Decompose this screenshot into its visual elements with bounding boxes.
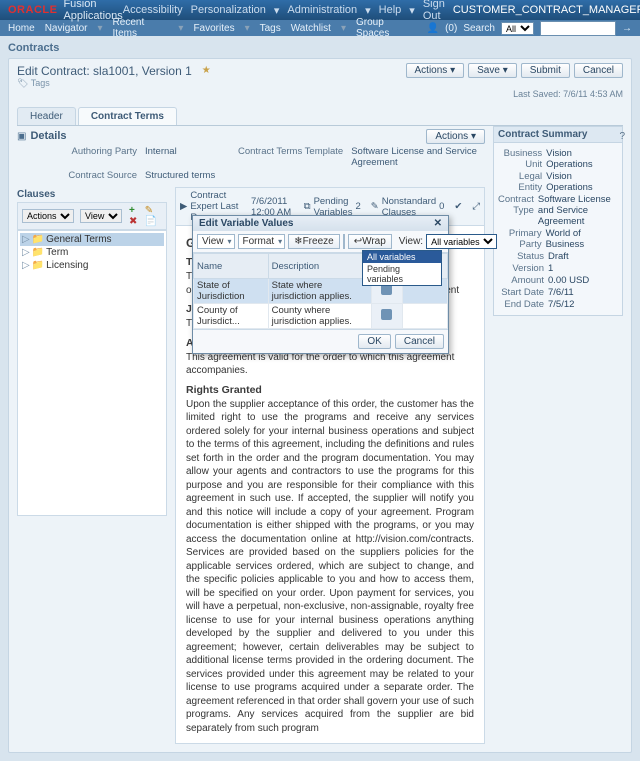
current-user: CUSTOMER_CONTRACT_MANAGER_VISION_OPERATI…	[453, 4, 640, 16]
link-personalization[interactable]: Personalization	[191, 4, 266, 16]
modal-ok[interactable]: OK	[358, 334, 390, 349]
favorite-icon[interactable]: ★	[202, 65, 211, 76]
modal-format-menu[interactable]: Format	[238, 234, 286, 249]
modal-view-filter-dropdown: All variables Pending variables	[362, 250, 442, 286]
delete-icon[interactable]: ✖	[129, 216, 140, 227]
nav-navigator[interactable]: Navigator	[45, 23, 88, 34]
tree-node-licensing[interactable]: ▷📁 Licensing	[20, 259, 164, 272]
edit-icon[interactable]: ✎	[145, 205, 156, 216]
summary-party: World of Business	[546, 228, 618, 250]
nav-home[interactable]: Home	[8, 23, 35, 34]
modal-detach-icon[interactable]	[343, 234, 345, 249]
notif-count[interactable]: (0)	[445, 23, 457, 34]
details-disclosure-icon[interactable]: ▣	[17, 131, 26, 142]
modal-cancel[interactable]: Cancel	[395, 334, 444, 349]
search-input[interactable]	[540, 21, 616, 36]
link-accessibility[interactable]: Accessibility	[123, 4, 183, 16]
search-label: Search	[463, 23, 495, 34]
link-administration[interactable]: Administration	[287, 4, 357, 16]
tree-node-general-terms[interactable]: ▷📁 General Terms	[20, 233, 164, 246]
nav-groups[interactable]: Group Spaces	[356, 17, 417, 39]
nav-tags[interactable]: Tags	[260, 23, 281, 34]
close-icon[interactable]: ✕	[434, 218, 442, 229]
doc-p3: This agreement is valid for the order to…	[186, 351, 474, 378]
oracle-logo: ORACLE	[8, 4, 57, 16]
contract-source-label: Contract Source	[57, 170, 137, 181]
summary-title: Contract Summary	[493, 126, 623, 143]
pending-icon[interactable]: ⧉	[304, 201, 311, 212]
clauses-actions[interactable]: Actions	[22, 209, 74, 223]
clauses-view[interactable]: View	[80, 209, 122, 223]
col-name[interactable]: Name	[194, 254, 269, 279]
contract-source-value: Structured terms	[145, 170, 215, 181]
summary-end: 7/5/12	[548, 299, 574, 310]
last-saved-value: 7/6/11 4:53 AM	[563, 89, 623, 99]
cancel-button[interactable]: Cancel	[574, 63, 623, 78]
submit-button[interactable]: Submit	[521, 63, 570, 78]
authoring-party-value: Internal	[145, 146, 215, 168]
page-title: Edit Contract: sla1001, Version 1	[17, 64, 192, 78]
tags-link[interactable]: Tags	[31, 78, 50, 88]
tree-node-term[interactable]: ▷📁 Term	[20, 246, 164, 259]
template-value: Software License and Service Agreement	[351, 146, 485, 168]
authoring-party-label: Authoring Party	[57, 146, 137, 168]
summary-start: 7/6/11	[548, 287, 574, 298]
search-go-icon[interactable]: →	[622, 23, 632, 34]
col-desc[interactable]: Description	[268, 254, 372, 279]
details-actions[interactable]: Actions ▾	[426, 129, 485, 144]
modal-freeze[interactable]: ❄ Freeze	[288, 234, 340, 249]
tab-header[interactable]: Header	[17, 107, 76, 125]
expert-icon[interactable]: ▶	[180, 201, 187, 212]
clauses-title: Clauses	[17, 189, 167, 200]
nav-favorites[interactable]: Favorites	[193, 23, 234, 34]
summary-le: Vision Operations	[546, 171, 618, 193]
summary-type: Software License and Service Agreement	[538, 194, 618, 227]
summary-amount: 0.00 USD	[548, 275, 589, 286]
expand-icon[interactable]: ⤢	[472, 201, 480, 212]
copy-icon[interactable]: 📄	[145, 216, 156, 227]
nonstd-icon[interactable]: ✎	[371, 201, 379, 212]
help-icon[interactable]: ?	[619, 131, 625, 142]
modal-view-filter[interactable]: All variables	[426, 234, 497, 249]
summary-version: 1	[548, 263, 553, 274]
nav-recent[interactable]: Recent Items	[113, 17, 169, 39]
value-edit-icon[interactable]	[381, 309, 392, 320]
filter-opt-all[interactable]: All variables	[363, 251, 441, 263]
summary-status: Draft	[548, 251, 569, 262]
search-scope[interactable]: All	[501, 22, 534, 35]
save-button[interactable]: Save ▾	[468, 63, 517, 78]
doc-p4: Upon the supplier acceptance of this ord…	[186, 398, 474, 736]
link-help[interactable]: Help	[379, 4, 402, 16]
clauses-tree[interactable]: ▷📁 General Terms ▷📁 Term ▷📁 Licensing	[17, 230, 167, 516]
modal-wrap[interactable]: ↩ Wrap	[348, 234, 392, 249]
breadcrumb: Contracts	[8, 42, 632, 54]
modal-title: Edit Variable Values	[199, 218, 294, 229]
table-row[interactable]: County of Jurisdict... County where juri…	[194, 304, 448, 329]
validate-icon[interactable]: ✔	[454, 201, 462, 212]
filter-opt-pending[interactable]: Pending variables	[363, 263, 441, 285]
edit-variable-values-dialog: Edit Variable Values ✕ View Format ❄ Free…	[192, 215, 449, 354]
template-label: Contract Terms Template	[223, 146, 343, 168]
link-signout[interactable]: Sign Out	[423, 0, 445, 22]
last-saved-label: Last Saved:	[513, 89, 561, 99]
modal-view-label: View:	[399, 236, 423, 247]
add-icon[interactable]: +	[129, 205, 140, 216]
actions-menu[interactable]: Actions ▾	[406, 63, 465, 78]
summary-bu: Vision Operations	[546, 148, 618, 170]
tab-contract-terms[interactable]: Contract Terms	[78, 107, 177, 125]
notif-icon[interactable]: 👤	[427, 23, 439, 34]
modal-view-menu[interactable]: View	[197, 234, 235, 249]
details-title: Details	[30, 130, 66, 142]
doc-h5: Rights Granted	[186, 384, 474, 396]
nav-watchlist[interactable]: Watchlist	[291, 23, 331, 34]
